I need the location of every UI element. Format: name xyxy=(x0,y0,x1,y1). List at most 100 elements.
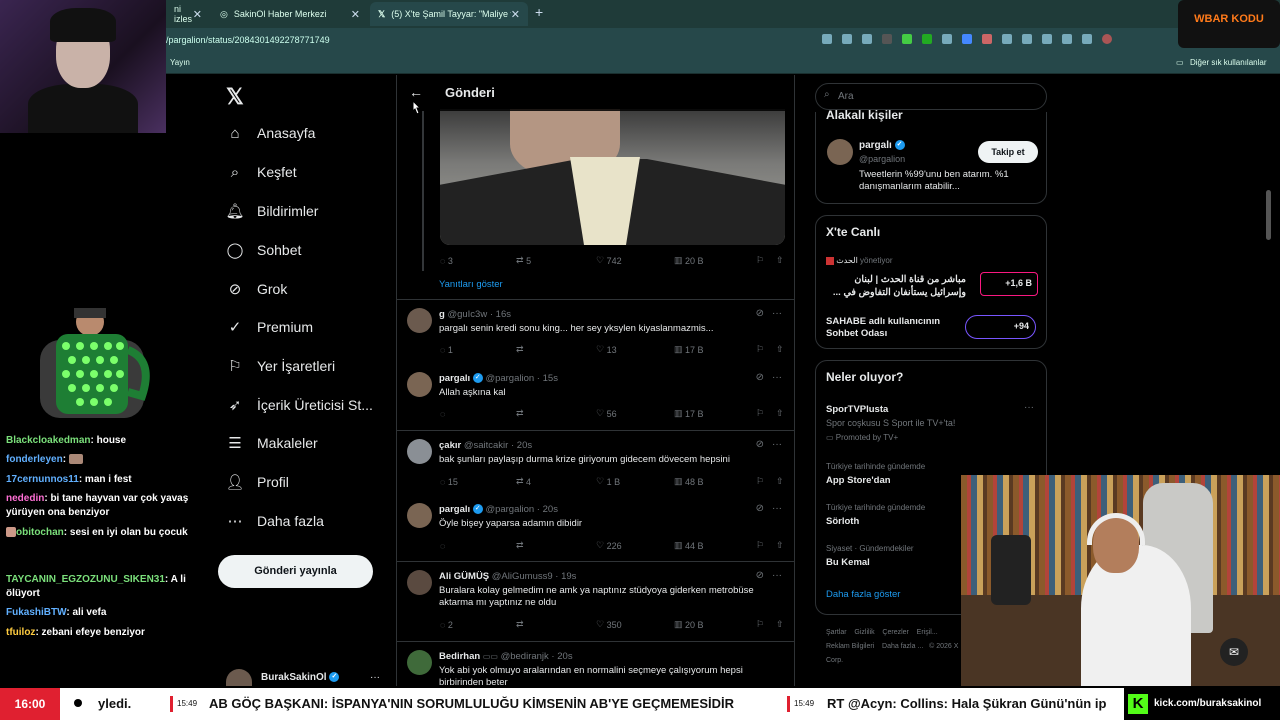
new-tab-icon[interactable]: + xyxy=(535,4,543,20)
more-icon[interactable]: ··· xyxy=(772,372,782,383)
footer-link[interactable]: Daha fazla ... xyxy=(882,643,923,650)
like-button[interactable]: ♡ 13 xyxy=(596,344,674,355)
browser-tab[interactable]: ◎ SakinOl Haber Merkezi ✕ xyxy=(212,2,368,26)
views-button[interactable]: ▥ 44 B xyxy=(674,540,756,551)
grok-icon[interactable]: ⊘ xyxy=(756,503,764,514)
star-icon[interactable] xyxy=(862,34,872,44)
nav-creator-studio[interactable]: ➶ İçerik Üreticisi St... xyxy=(226,396,373,414)
nav-chat[interactable]: ◯ Sohbet xyxy=(226,241,302,259)
views-button[interactable]: ▥ 20 B xyxy=(674,619,756,630)
reply-button[interactable]: ◌ 3 xyxy=(440,255,516,266)
avatar[interactable] xyxy=(407,503,432,528)
show-more-link[interactable]: Daha fazla göster xyxy=(826,589,900,600)
like-button[interactable]: ♡ 226 xyxy=(596,540,674,551)
repost-button[interactable]: ⇄ xyxy=(516,540,596,551)
live-item-title[interactable]: مباشر من قناة الحدث | لبنان وإسرائيل يست… xyxy=(826,273,966,299)
nav-premium[interactable]: ✓ Premium xyxy=(226,318,313,336)
author-name[interactable]: Bedirhan xyxy=(439,651,480,662)
repost-button[interactable]: ⇄ 5 xyxy=(516,255,596,266)
more-icon[interactable]: ··· xyxy=(1024,402,1034,413)
grok-icon[interactable]: ⊘ xyxy=(756,308,764,319)
nav-home[interactable]: ⌂ Anasayfa xyxy=(226,124,315,142)
avatar[interactable] xyxy=(226,669,252,686)
nav-explore[interactable]: ⌕ Keşfet xyxy=(226,163,297,181)
avatar[interactable] xyxy=(827,139,853,165)
author-name[interactable]: g xyxy=(439,309,445,320)
grok-icon[interactable]: ⊘ xyxy=(756,439,764,450)
footer-link[interactable]: Şartlar xyxy=(826,629,847,636)
avatar[interactable] xyxy=(407,650,432,675)
trend-name[interactable]: App Store'dan xyxy=(826,475,891,486)
chat-username[interactable]: tfuiloz xyxy=(6,627,35,638)
collections-icon[interactable] xyxy=(1022,34,1032,44)
reply-button[interactable]: ◌ 1 xyxy=(440,344,516,355)
live-listeners-badge[interactable]: +94 xyxy=(965,315,1036,339)
chat-username[interactable]: TAYCANIN_EGZOZUNU_SIKEN31 xyxy=(6,574,165,585)
share-icon[interactable]: ⇧ xyxy=(776,619,784,630)
nav-more[interactable]: ⋯ Daha fazla xyxy=(226,512,324,530)
extension-icon[interactable] xyxy=(1062,34,1072,44)
bookmark-icon[interactable]: ⚐ xyxy=(756,408,776,419)
account-name[interactable]: BurakSakinOl ✓ xyxy=(261,672,340,683)
post-media-image[interactable] xyxy=(440,109,785,245)
x-logo-icon[interactable]: 𝕏 xyxy=(226,84,244,110)
repost-button[interactable]: ⇄ xyxy=(516,619,596,630)
chat-username[interactable]: fonderleyen xyxy=(6,454,63,465)
share-icon[interactable]: ⇧ xyxy=(776,476,784,487)
bookmark-icon[interactable]: ⚐ xyxy=(756,619,776,630)
repost-button[interactable]: ⇄ 4 xyxy=(516,476,596,487)
like-button[interactable]: ♡ 56 xyxy=(596,408,674,419)
message-fab-icon[interactable]: ✉ xyxy=(1220,638,1248,666)
back-arrow-icon[interactable]: ← xyxy=(409,84,423,100)
footer-link[interactable]: Erişil... xyxy=(917,629,938,636)
reader-icon[interactable] xyxy=(842,34,852,44)
trend-name[interactable]: Sörloth xyxy=(826,516,859,527)
reply-post[interactable]: g @guIc3w · 16s ⊘ ··· pargalı senin kredi… xyxy=(397,299,794,364)
share-icon[interactable]: ⇧ xyxy=(776,344,784,355)
show-replies-link[interactable]: Yanıtları göster xyxy=(439,279,503,290)
author-name[interactable]: pargalı xyxy=(439,504,470,515)
share-icon[interactable]: ⇧ xyxy=(776,540,784,551)
extension-icon[interactable] xyxy=(942,34,952,44)
footer-link[interactable]: Gizlilik xyxy=(854,629,874,636)
extension-icon[interactable] xyxy=(1002,34,1012,44)
bookmark-icon[interactable]: ⚐ xyxy=(756,540,776,551)
more-icon[interactable]: ··· xyxy=(772,308,782,319)
bookmark-icon[interactable]: ⚐ xyxy=(756,344,776,355)
like-button[interactable]: ♡ 350 xyxy=(596,619,674,630)
nav-notifications[interactable]: 🔔︎ Bildirimler xyxy=(225,202,318,220)
more-icon[interactable]: ··· xyxy=(772,503,782,514)
more-icon[interactable]: ··· xyxy=(772,570,782,581)
bookmark-icon[interactable]: ⚐ xyxy=(756,255,776,266)
browser-tab[interactable]: ni izles ✕ xyxy=(166,2,210,26)
close-icon[interactable]: ✕ xyxy=(511,8,520,21)
bookmark-item[interactable]: Yayın xyxy=(170,58,190,67)
repost-button[interactable]: ⇄ xyxy=(516,344,596,355)
author-name[interactable]: Ali GÜMÜŞ xyxy=(439,571,489,582)
reply-button[interactable]: ◌ xyxy=(440,408,516,419)
post-button[interactable]: Gönderi yayınla xyxy=(218,555,373,588)
reply-button[interactable]: ◌ 2 xyxy=(440,619,516,630)
views-button[interactable]: ▥ 48 B xyxy=(674,476,756,487)
related-name[interactable]: pargalı ✓ xyxy=(859,140,905,151)
extension-icon[interactable] xyxy=(922,34,932,44)
author-name[interactable]: çakır xyxy=(439,440,461,451)
chat-username[interactable]: Blackcloakedman xyxy=(6,435,91,446)
views-button[interactable]: ▥ 17 B xyxy=(674,408,756,419)
nav-articles[interactable]: ☰ Makaleler xyxy=(226,434,317,452)
grok-icon[interactable]: ⊘ xyxy=(756,372,764,383)
live-listeners-badge[interactable]: +1,6 B xyxy=(980,272,1038,296)
footer-link[interactable]: Çerezler xyxy=(882,629,908,636)
reply-button[interactable]: ◌ 15 xyxy=(440,476,516,487)
profile-avatar-icon[interactable] xyxy=(1102,34,1112,44)
trend-name[interactable]: SporTVPlusta xyxy=(826,404,888,415)
more-icon[interactable]: ··· xyxy=(772,439,782,450)
footer-link[interactable]: Reklam Bilgileri xyxy=(826,643,874,650)
trend-name[interactable]: Bu Kemal xyxy=(826,557,870,568)
views-button[interactable]: ▥ 20 B xyxy=(674,255,756,266)
avatar[interactable] xyxy=(407,372,432,397)
other-favorites[interactable]: Diğer sık kullanılanlar xyxy=(1190,58,1266,67)
browser-tab-active[interactable]: 𝕏 (5) X'te Şamil Tayyar: "Maliye ve H✕ xyxy=(370,2,528,26)
grok-icon[interactable]: ⊘ xyxy=(756,570,764,581)
views-button[interactable]: ▥ 17 B xyxy=(674,344,756,355)
